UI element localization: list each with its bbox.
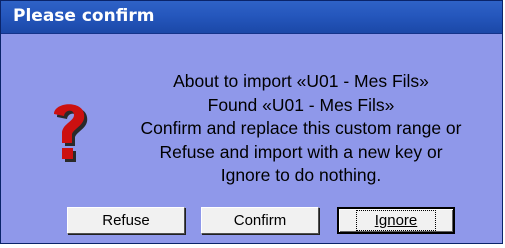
window-title: Please confirm xyxy=(13,6,155,26)
ignore-button-label: Ignore xyxy=(355,210,437,231)
confirm-dialog: Please confirm About to import «U01 - Me… xyxy=(0,0,503,244)
ignore-button[interactable]: Ignore xyxy=(337,207,455,234)
message-line-2: Found «U01 - Mes Fils» xyxy=(207,94,395,115)
confirm-button[interactable]: Confirm xyxy=(201,207,319,234)
title-bar[interactable]: Please confirm xyxy=(1,1,502,34)
refuse-button[interactable]: Refuse xyxy=(67,207,185,234)
message-line-4: Refuse and import with a new key or xyxy=(159,141,443,162)
confirm-button-label: Confirm xyxy=(233,212,287,229)
message-line-5: Ignore to do nothing. xyxy=(220,165,382,185)
message-line-3: Confirm and replace this custom range or xyxy=(140,118,462,138)
refuse-button-label: Refuse xyxy=(102,212,150,229)
message-line-1: About to import «U01 - Mes Fils» xyxy=(173,71,429,91)
dialog-message: About to import «U01 - Mes Fils» Found «… xyxy=(111,70,491,188)
question-mark-icon xyxy=(54,104,88,162)
